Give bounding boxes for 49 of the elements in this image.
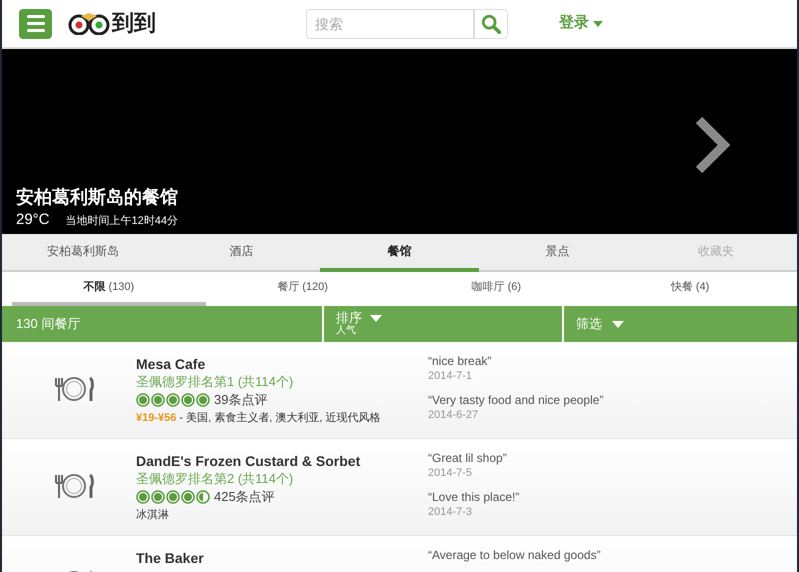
review-quote[interactable]: “Great lil shop” [428,451,797,466]
local-time: 当地时间上午12时44分 [66,214,178,229]
rating-bubble-icon [181,490,195,504]
hero-title: 安柏葛利斯岛的餐馆 [16,186,178,209]
caret-icon [370,314,382,322]
logo-text: 到到 [112,9,156,38]
review-quote[interactable]: “Average to below naked goods” [428,548,797,563]
search-icon[interactable] [474,8,508,38]
cuisine-text: 冰淇淋 [136,508,169,522]
menu-button[interactable] [19,8,52,38]
chevron-right-icon[interactable] [694,115,732,175]
rating-bubble-icon [196,490,210,504]
review-date: 2014-6-27 [428,408,480,422]
review-date: 2014-7-3 [428,505,474,519]
restaurant-name[interactable]: The Baker [136,549,428,567]
review-quote[interactable]: “nice break” [428,354,797,369]
rating-bubble-icon [151,490,165,504]
search-field[interactable]: 搜索 [306,8,474,38]
ranking-text: 圣佩德罗排名第2 (共114个) [136,470,294,487]
review-count[interactable]: 39条点评 [214,390,268,410]
rating-bubble-icon [136,490,150,504]
caret-icon [593,20,603,26]
rating-bubble-icon [181,392,195,407]
tab[interactable]: 景点 [478,234,637,272]
review-count[interactable]: 425条点评 [214,487,275,506]
restaurant-name[interactable]: Mesa Cafe [136,355,428,373]
tab[interactable]: 酒店 [162,234,320,272]
review-date: 2014-7-1 [428,369,474,383]
review-date: 2014-7-5 [428,466,474,480]
cuisine-text: - 美国, 素食主义者, 澳大利亚, 近现代风格 [178,410,380,426]
rating-bubble-icon [166,392,180,407]
rating-bubble-icon [151,392,165,407]
rating-bubble-icon [136,392,150,407]
review-quote[interactable]: “Love this place!” [428,490,797,505]
category-tab[interactable]: 咖啡厅 (6) [400,272,594,306]
category-tab[interactable]: 快餐 (4) [593,272,787,306]
category-tab[interactable]: 餐厅 (120) [206,272,400,306]
ranking-text: 圣佩德罗排名第1 (共114个) [136,373,294,390]
rating-bubble-icon [196,392,210,407]
restaurant-name[interactable]: DandE's Frozen Custard & Sorbet [136,452,428,470]
price-range: ¥19-¥56 [136,410,176,426]
plate-cutlery-icon [54,376,94,402]
plate-cutlery-icon [54,473,94,499]
caret-icon [612,320,624,328]
tab[interactable]: 安柏葛利斯岛 [4,234,162,272]
review-quote[interactable]: “Very tasty food and nice people” [428,393,797,408]
temperature: 29°C [16,210,50,230]
rating-bubble-icon [166,490,180,504]
owl-eyes-icon [68,12,110,34]
